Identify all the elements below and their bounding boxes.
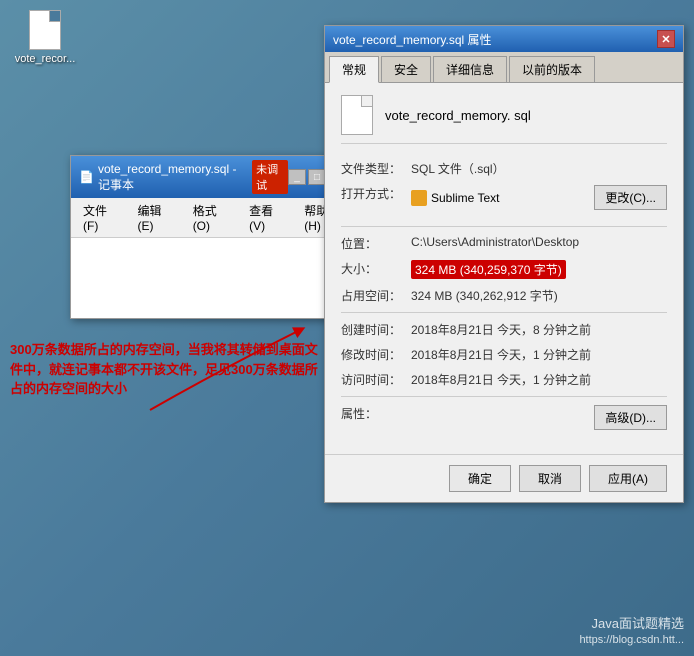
notepad-menu: 文件(F) 编辑(E) 格式(O) 查看(V) 帮助(H) [71, 198, 354, 238]
apply-btn[interactable]: 应用(A) [589, 465, 667, 492]
prop-row-modified: 修改时间： 2018年8月21日 今天，1 分钟之前 [341, 346, 667, 363]
dialog-title: vote_record_memory.sql 属性 [333, 31, 492, 48]
dialog-titlebar: vote_record_memory.sql 属性 ✕ [325, 26, 683, 52]
dialog-tabs: 常规 安全 详细信息 以前的版本 [325, 52, 683, 83]
notepad-modified-badge: 未调试 [252, 160, 288, 194]
dialog-content: vote_record_memory. sql 文件类型： SQL 文件（.sq… [325, 83, 683, 450]
annotation-text: 300万条数据所占的内存空间，当我将其转储到桌面文件中，就连记事本都不开该文件，… [10, 340, 320, 399]
notepad-icon: 📄 [79, 170, 94, 184]
notepad-titlebar: 📄 vote_record_memory.sql - 记事本 未调试 _ □ ✕ [71, 156, 354, 198]
prop-row-location: 位置： C:\Users\Administrator\Desktop [341, 235, 667, 252]
notepad-body[interactable] [71, 238, 354, 318]
location-label: 位置： [341, 235, 411, 252]
ok-btn[interactable]: 确定 [449, 465, 511, 492]
modified-label: 修改时间： [341, 346, 411, 363]
desktop: vote_recor... 📄 vote_record_memory.sql -… [0, 0, 694, 656]
tab-previous-versions[interactable]: 以前的版本 [509, 56, 595, 82]
accessed-label: 访问时间： [341, 371, 411, 388]
file-icon-small [29, 10, 61, 50]
file-header: vote_record_memory. sql [341, 95, 667, 144]
prop-row-attributes: 属性： 高级(D)... [341, 405, 667, 430]
divider1 [341, 226, 667, 227]
divider2 [341, 312, 667, 313]
sublime-icon [411, 190, 427, 206]
menu-format[interactable]: 格式(O) [185, 200, 239, 235]
size-value-highlight: 324 MB (340,259,370 字节) [411, 260, 566, 279]
filetype-label: 文件类型： [341, 160, 411, 177]
accessed-value: 2018年8月21日 今天，1 分钟之前 [411, 371, 667, 388]
prop-row-created: 创建时间： 2018年8月21日 今天，8 分钟之前 [341, 321, 667, 338]
menu-file[interactable]: 文件(F) [75, 200, 128, 235]
watermark: Java面试题精选 https://blog.csdn.htt... [579, 613, 684, 646]
annotation-content: 300万条数据所占的内存空间，当我将其转储到桌面文件中，就连记事本都不开该文件，… [10, 342, 318, 396]
divider3 [341, 396, 667, 397]
created-value: 2018年8月21日 今天，8 分钟之前 [411, 321, 667, 338]
sizeondisk-label: 占用空间： [341, 287, 411, 304]
openwith-value: Sublime Text [431, 191, 499, 205]
notepad-minimize-btn[interactable]: _ [288, 169, 306, 185]
notepad-title-text: vote_record_memory.sql - 记事本 [98, 162, 248, 193]
menu-edit[interactable]: 编辑(E) [130, 200, 183, 235]
menu-view[interactable]: 查看(V) [241, 200, 294, 235]
dialog-close-btn[interactable]: ✕ [657, 30, 675, 48]
attributes-advanced-btn[interactable]: 高级(D)... [594, 405, 667, 430]
watermark-url: https://blog.csdn.htt... [579, 634, 684, 646]
cancel-btn[interactable]: 取消 [519, 465, 581, 492]
change-btn[interactable]: 更改(C)... [594, 185, 667, 210]
openwith-label: 打开方式： [341, 185, 411, 202]
created-label: 创建时间： [341, 321, 411, 338]
sizeondisk-value: 324 MB (340,262,912 字节) [411, 287, 667, 304]
tab-details[interactable]: 详细信息 [433, 56, 507, 82]
desktop-icon-vote-record[interactable]: vote_recor... [10, 10, 80, 65]
file-name-display: vote_record_memory. sql [385, 108, 531, 123]
modified-value: 2018年8月21日 今天，1 分钟之前 [411, 346, 667, 363]
prop-row-openwith: 打开方式： Sublime Text 更改(C)... [341, 185, 667, 218]
desktop-icon-label: vote_recor... [15, 53, 76, 65]
prop-row-sizeondisk: 占用空间： 324 MB (340,262,912 字节) [341, 287, 667, 304]
file-icon-large [341, 95, 373, 135]
tab-general[interactable]: 常规 [329, 56, 379, 83]
prop-row-accessed: 访问时间： 2018年8月21日 今天，1 分钟之前 [341, 371, 667, 388]
attributes-label: 属性： [341, 405, 411, 422]
prop-row-filetype: 文件类型： SQL 文件（.sql） [341, 160, 667, 177]
dialog-footer: 确定 取消 应用(A) [325, 454, 683, 502]
prop-row-size: 大小： 324 MB (340,259,370 字节) [341, 260, 667, 279]
notepad-window: 📄 vote_record_memory.sql - 记事本 未调试 _ □ ✕… [70, 155, 355, 319]
location-value: C:\Users\Administrator\Desktop [411, 235, 667, 249]
size-value: 324 MB (340,259,370 字节) [411, 260, 667, 279]
filetype-value: SQL 文件（.sql） [411, 160, 667, 177]
watermark-title: Java面试题精选 [579, 613, 684, 632]
properties-dialog: vote_record_memory.sql 属性 ✕ 常规 安全 详细信息 以… [324, 25, 684, 503]
notepad-title: 📄 vote_record_memory.sql - 记事本 未调试 [79, 160, 288, 194]
size-label: 大小： [341, 260, 411, 277]
openwith-row: Sublime Text 更改(C)... [411, 185, 667, 210]
tab-security[interactable]: 安全 [381, 56, 431, 82]
